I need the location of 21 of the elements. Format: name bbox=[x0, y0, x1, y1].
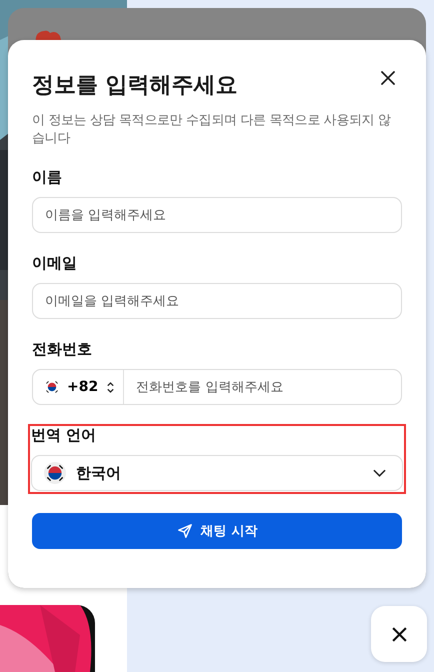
select-value: 한국어 bbox=[76, 464, 122, 482]
input-field[interactable]: 이메일을 입력해주세요 bbox=[32, 283, 402, 319]
field-label: 번역 언어 bbox=[31, 426, 98, 445]
chevron-up-down-icon bbox=[106, 380, 116, 394]
country-code: +82 bbox=[67, 379, 98, 395]
close-icon bbox=[390, 626, 408, 642]
flag-icon bbox=[44, 462, 66, 484]
close-icon bbox=[380, 70, 396, 86]
flag-icon bbox=[45, 380, 59, 394]
field-label: 전화번호 bbox=[32, 340, 93, 359]
start-chat-button[interactable]: 채팅 시작 bbox=[32, 513, 402, 549]
send-icon bbox=[176, 523, 193, 539]
field-label: 이메일 bbox=[32, 254, 78, 273]
dialog-subtitle: 이 정보는 상담 목적으로만 수집되며 다른 목적으로 사용되지 않습니다 bbox=[32, 112, 392, 148]
dialog-title: 정보를 입력해주세요 bbox=[32, 72, 238, 100]
language-select[interactable]: 한국어 bbox=[31, 455, 403, 491]
input-field[interactable]: 이름을 입력해주세요 bbox=[32, 197, 402, 233]
field-label: 이름 bbox=[32, 168, 63, 187]
phone-field[interactable]: +82 전화번호를 입력해주세요 bbox=[32, 369, 402, 405]
country-code-select[interactable]: +82 bbox=[33, 370, 124, 404]
chevron-down-icon bbox=[373, 469, 386, 477]
